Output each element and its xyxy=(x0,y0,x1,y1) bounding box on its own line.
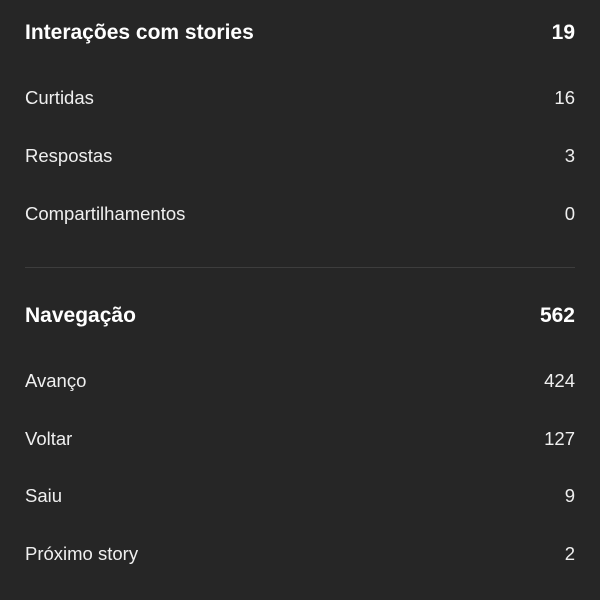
metric-value: 16 xyxy=(554,87,575,108)
metric-value: 0 xyxy=(564,203,575,224)
metric-row-likes: Curtidas 16 xyxy=(25,83,575,113)
metric-value: 3 xyxy=(564,145,575,166)
navigation-title: Navegação xyxy=(25,304,136,327)
metric-row-replies: Respostas 3 xyxy=(25,141,575,171)
metric-row-exited: Saiu 9 xyxy=(25,481,575,511)
section-divider xyxy=(25,267,575,268)
metric-label: Próximo story xyxy=(25,543,139,564)
metric-label: Saiu xyxy=(25,485,63,506)
metric-value: 424 xyxy=(544,370,575,391)
metric-label: Curtidas xyxy=(25,87,94,108)
metric-row-next-story: Próximo story 2 xyxy=(25,539,575,569)
stories-interactions-header: Interações com stories 19 xyxy=(25,18,575,48)
metric-value: 2 xyxy=(564,543,575,564)
story-insights-screen: Interações com stories 19 Curtidas 16 Re… xyxy=(0,0,600,600)
stories-interactions-title: Interações com stories xyxy=(25,21,254,44)
metric-row-shares: Compartilhamentos 0 xyxy=(25,199,575,229)
metric-row-forward: Avanço 424 xyxy=(25,366,575,396)
metric-value: 127 xyxy=(544,428,575,449)
metric-label: Avanço xyxy=(25,370,87,391)
stories-interactions-total: 19 xyxy=(551,21,575,44)
metric-label: Voltar xyxy=(25,428,73,449)
metric-label: Respostas xyxy=(25,145,113,166)
metric-value: 9 xyxy=(564,485,575,506)
navigation-header: Navegação 562 xyxy=(25,301,575,331)
metric-row-back: Voltar 127 xyxy=(25,424,575,454)
navigation-total: 562 xyxy=(539,304,575,327)
metric-label: Compartilhamentos xyxy=(25,203,186,224)
